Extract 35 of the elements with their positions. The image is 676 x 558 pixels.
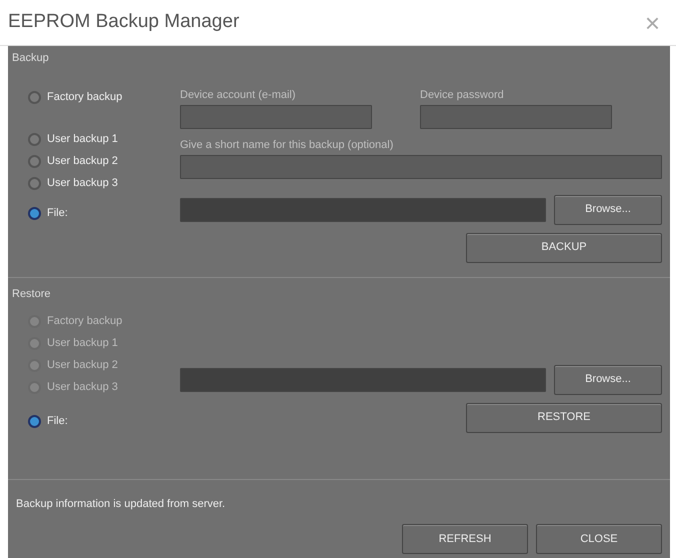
action-button[interactable]: BACKUP — [466, 232, 662, 262]
file-field[interactable] — [180, 368, 546, 392]
close-button[interactable]: × — [638, 8, 666, 36]
status-text: Backup information is updated from server. — [16, 497, 226, 512]
field-label: Device password — [420, 88, 505, 102]
radio-button[interactable] — [28, 133, 41, 146]
radio-label[interactable]: User backup 3 — [47, 175, 118, 192]
input-field[interactable] — [180, 104, 372, 128]
radio-label[interactable]: Factory backup — [47, 89, 122, 106]
window-title: EEPROM Backup Manager — [8, 10, 240, 34]
input-field[interactable] — [180, 154, 662, 178]
radio-button[interactable] — [28, 91, 41, 104]
section-title: Restore — [11, 287, 52, 302]
input-field[interactable] — [420, 104, 612, 128]
radio-label[interactable]: User backup 1 — [47, 131, 118, 148]
radio-label[interactable]: File: — [47, 413, 68, 430]
file-field[interactable] — [180, 198, 546, 222]
dialog-button[interactable]: CLOSE — [536, 524, 662, 554]
radio-label: User backup 2 — [47, 358, 118, 374]
action-button[interactable]: RESTORE — [466, 402, 662, 432]
browse-button[interactable]: Browse... — [554, 194, 662, 224]
radio-label: User backup 1 — [47, 336, 118, 352]
radio-button[interactable] — [28, 207, 41, 220]
field-label: Give a short name for this backup (optional) — [180, 138, 394, 152]
dialog-button[interactable]: REFRESH — [402, 524, 528, 554]
radio-label: User backup 3 — [47, 380, 118, 396]
radio-label[interactable]: File: — [47, 205, 68, 222]
radio-button[interactable] — [28, 155, 41, 168]
field-label: Device account (e-mail) — [180, 88, 297, 102]
radio-button[interactable] — [28, 177, 41, 190]
browse-button[interactable]: Browse... — [554, 364, 662, 394]
radio-label[interactable]: User backup 2 — [47, 153, 118, 170]
section-title: Backup — [11, 51, 50, 66]
radio-label: Factory backup — [47, 314, 122, 330]
radio-button[interactable] — [28, 415, 41, 428]
